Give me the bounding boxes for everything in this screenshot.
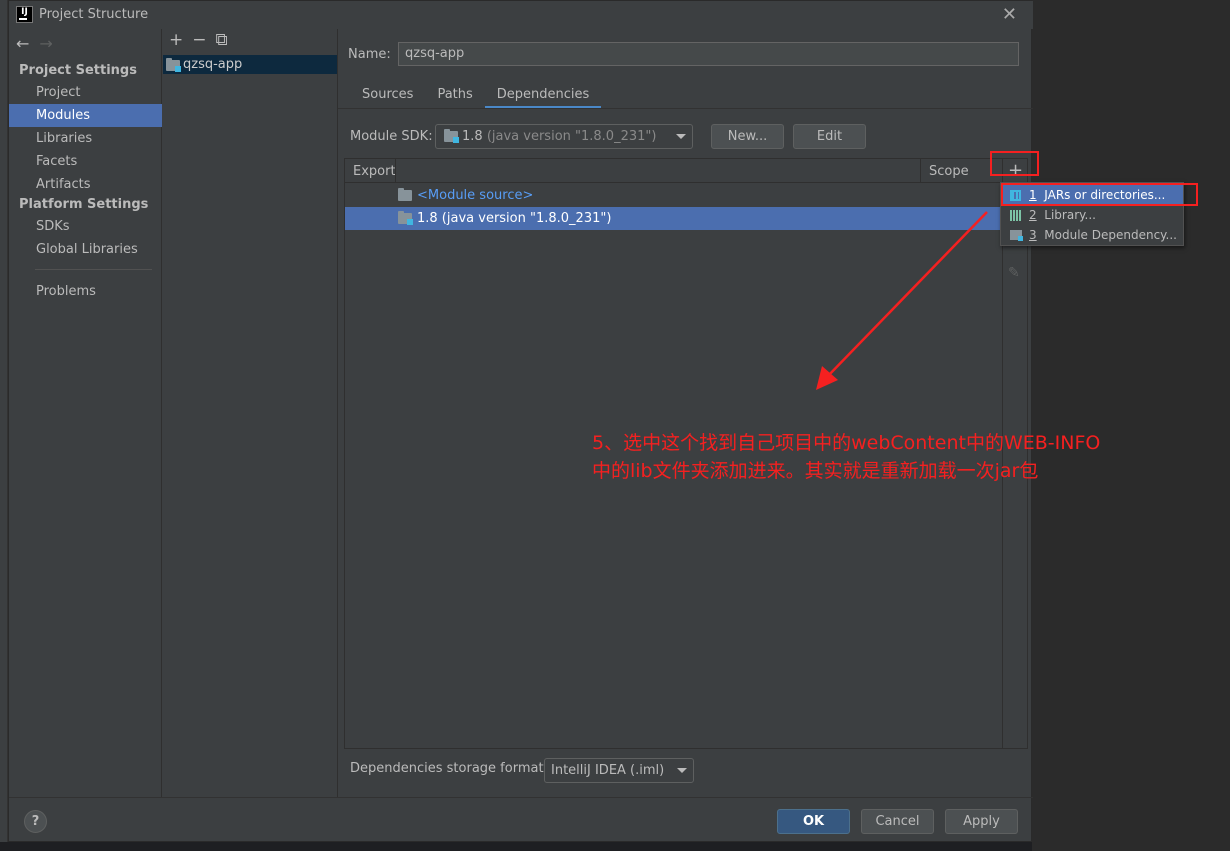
row-label: <Module source>: [417, 188, 534, 203]
window-title: Project Structure: [39, 7, 149, 22]
tab-paths[interactable]: Paths: [425, 85, 484, 109]
title-bar: IJ Project Structure ✕: [9, 1, 1033, 29]
column-divider: [920, 159, 921, 183]
module-sdk-label: Module SDK:: [350, 129, 433, 144]
nav-item-libraries[interactable]: Libraries: [9, 127, 162, 150]
popup-item-label: Module Dependency...: [1044, 228, 1177, 242]
sdk-value-main: 1.8: [462, 129, 483, 144]
nav-history: ← →: [16, 34, 63, 53]
arrow-right-icon[interactable]: →: [39, 34, 52, 53]
module-folder-icon: [166, 58, 181, 72]
column-scope[interactable]: Scope: [929, 164, 969, 179]
nav-separator: [35, 269, 152, 270]
library-icon: [1010, 210, 1022, 221]
help-button[interactable]: ?: [24, 810, 47, 833]
tab-dependencies[interactable]: Dependencies: [484, 85, 602, 109]
platform-settings-header: Platform Settings: [19, 197, 149, 212]
chevron-down-icon: [676, 134, 686, 139]
project-structure-dialog: IJ Project Structure ✕ ← → Project Settin…: [8, 0, 1033, 843]
name-label: Name:: [348, 47, 391, 62]
module-content-pane: Name: qzsq-app Sources Paths Dependencie…: [338, 29, 1033, 797]
sdk-value-detail: (java version "1.8.0_231"): [486, 129, 657, 144]
sdk-folder-icon: [444, 129, 459, 143]
table-row-module-source[interactable]: <Module source>: [345, 184, 1002, 207]
copy-icon[interactable]: ⧉: [216, 30, 228, 50]
nav-item-modules[interactable]: Modules: [9, 104, 162, 127]
editor-bottom-bar: [0, 842, 1032, 851]
intellij-logo-icon: IJ: [16, 6, 33, 23]
add-icon[interactable]: +: [169, 30, 183, 50]
nav-item-problems[interactable]: Problems: [9, 280, 162, 303]
ok-button[interactable]: OK: [777, 809, 850, 834]
jdk-folder-icon: [398, 211, 413, 225]
nav-item-artifacts[interactable]: Artifacts: [9, 173, 162, 196]
tab-divider: [338, 108, 1033, 109]
module-item-qzsq-app[interactable]: qzsq-app: [163, 55, 337, 74]
apply-button[interactable]: Apply: [945, 809, 1018, 834]
source-folder-icon: [398, 188, 412, 201]
column-divider: [395, 159, 396, 183]
popup-item-number: 2: [1029, 208, 1037, 222]
module-name-input[interactable]: qzsq-app: [398, 42, 1019, 66]
arrow-left-icon[interactable]: ←: [16, 34, 29, 53]
annotation-box-jars: [1001, 183, 1198, 206]
tab-sources[interactable]: Sources: [350, 85, 425, 109]
nav-item-sdks[interactable]: SDKs: [9, 215, 162, 238]
nav-item-facets[interactable]: Facets: [9, 150, 162, 173]
chevron-down-icon: [677, 768, 687, 773]
dialog-footer: ? OK Cancel Apply: [9, 797, 1033, 843]
annotation-line-1: 5、选中这个找到自己项目中的webContent中的WEB-INFO: [592, 432, 1101, 454]
nav-item-global-libraries[interactable]: Global Libraries: [9, 238, 162, 261]
new-sdk-button[interactable]: New...: [711, 124, 784, 149]
annotation-text: 5、选中这个找到自己项目中的webContent中的WEB-INFO 中的lib…: [592, 429, 1152, 485]
module-tabs: Sources Paths Dependencies: [350, 85, 602, 110]
row-label: 1.8 (java version "1.8.0_231"): [417, 211, 612, 226]
module-item-label: qzsq-app: [183, 57, 243, 72]
popup-item-number: 3: [1029, 228, 1037, 242]
storage-format-label: Dependencies storage format:: [350, 761, 548, 776]
remove-icon[interactable]: −: [192, 30, 206, 50]
table-header: Export Scope: [345, 159, 1002, 183]
edit-sdk-button[interactable]: Edit: [793, 124, 866, 149]
settings-nav: ← → Project Settings Project Modules Libr…: [9, 29, 162, 797]
pencil-icon[interactable]: ✎: [1008, 265, 1020, 281]
popup-item-label: Library...: [1044, 208, 1096, 222]
annotation-line-2: 中的lib文件夹添加进来。其实就是重新加载一次jar包: [592, 460, 1039, 482]
background-window-strip: [0, 0, 8, 851]
popup-item-library[interactable]: 2 Library...: [1001, 205, 1183, 225]
storage-format-value: IntelliJ IDEA (.iml): [551, 763, 665, 778]
cancel-button[interactable]: Cancel: [861, 809, 934, 834]
column-export[interactable]: Export: [353, 164, 396, 179]
popup-item-module-dependency[interactable]: 3 Module Dependency...: [1001, 225, 1183, 245]
project-settings-header: Project Settings: [19, 63, 137, 78]
annotation-box-plus: [990, 151, 1039, 176]
storage-format-select[interactable]: IntelliJ IDEA (.iml): [544, 758, 694, 783]
module-icon: [1010, 230, 1023, 241]
module-sdk-select[interactable]: 1.8 (java version "1.8.0_231"): [435, 124, 693, 149]
close-icon[interactable]: ✕: [1002, 4, 1017, 25]
editor-background: [1032, 0, 1230, 851]
modules-toolbar: + − ⧉: [169, 30, 237, 50]
modules-list-pane: + − ⧉ qzsq-app: [162, 29, 338, 797]
nav-item-project[interactable]: Project: [9, 81, 162, 104]
table-row-jdk[interactable]: 1.8 (java version "1.8.0_231"): [345, 207, 1002, 230]
